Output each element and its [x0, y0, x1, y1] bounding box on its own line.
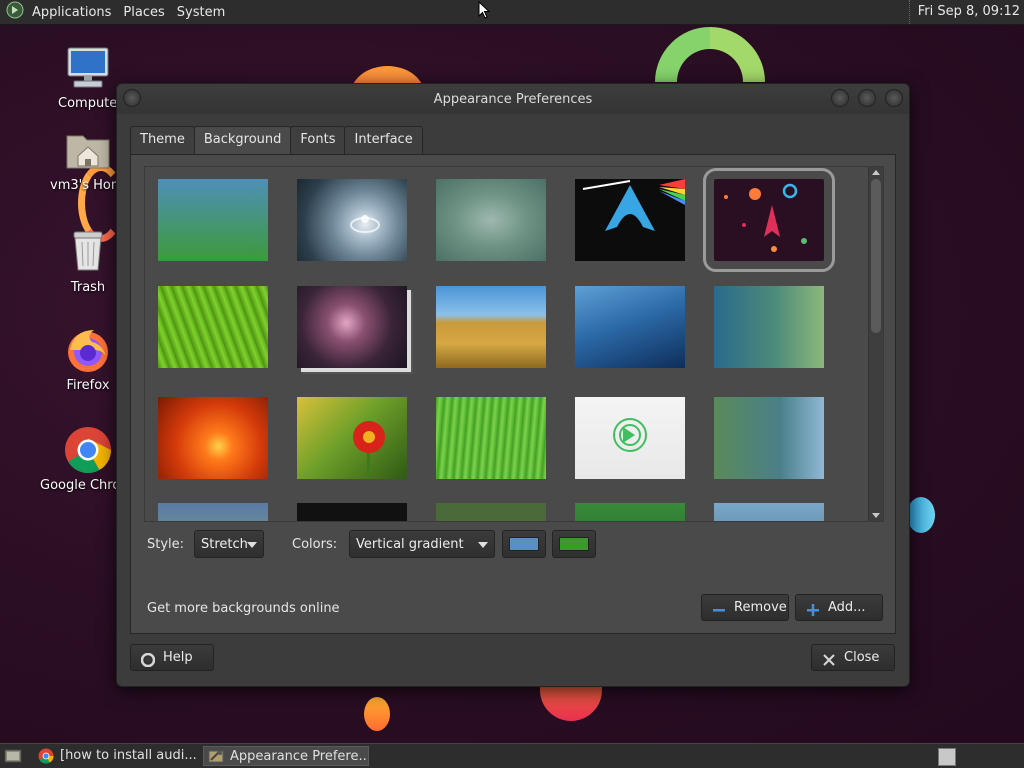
scroll-down-arrow-icon[interactable]: [872, 513, 880, 518]
system-menu[interactable]: System: [171, 5, 231, 20]
colors-dropdown-value: Vertical gradient: [356, 537, 464, 552]
dialog-title: Appearance Preferences: [433, 92, 593, 107]
taskbar-item-appearance[interactable]: Appearance Prefere...: [203, 746, 369, 766]
clock[interactable]: Fri Sep 8, 09:12: [908, 0, 1020, 24]
wallpaper-blue-drop: [907, 497, 935, 533]
tab-theme[interactable]: Theme: [130, 126, 195, 154]
close-button-label: Close: [844, 650, 880, 665]
add-button[interactable]: Add...: [795, 594, 883, 621]
appearance-preferences-icon: [208, 749, 224, 765]
colors-label: Colors:: [292, 537, 338, 552]
wallpaper-thumbnail[interactable]: [714, 286, 824, 368]
chevron-down-icon: [478, 542, 488, 548]
wallpaper-thumbnail[interactable]: [158, 503, 268, 521]
style-label: Style:: [147, 537, 185, 552]
minimize-button[interactable]: [831, 89, 849, 107]
bottom-panel: [how to install audi... Appearance Prefe…: [0, 743, 1024, 768]
appearance-preferences-dialog: Appearance Preferences Theme Background …: [116, 83, 910, 687]
style-dropdown[interactable]: Stretch: [194, 530, 264, 558]
wallpaper-thumbnail[interactable]: [575, 179, 685, 261]
scrollbar-thumb[interactable]: [871, 179, 881, 333]
more-backgrounds-link[interactable]: Get more backgrounds online: [147, 601, 340, 616]
secondary-color-swatch: [559, 537, 589, 551]
tab-interface[interactable]: Interface: [344, 126, 423, 154]
close-window-button[interactable]: [885, 89, 903, 107]
wallpaper-thumbnail[interactable]: [297, 286, 407, 368]
wallpaper-thumbnail[interactable]: [714, 397, 824, 479]
chevron-down-icon: [247, 542, 257, 548]
background-tab-panel: Style: Stretch Colors: Vertical gradient…: [130, 154, 896, 634]
secondary-color-button[interactable]: [552, 530, 596, 558]
remove-button[interactable]: Remove: [701, 594, 789, 621]
primary-color-button[interactable]: [502, 530, 546, 558]
wallpaper-thumbnail[interactable]: [575, 397, 685, 479]
wallpaper-thumbnail[interactable]: [436, 179, 546, 261]
help-button-label: Help: [163, 650, 193, 665]
wallpaper-thumbnail[interactable]: [436, 503, 546, 521]
help-lifebuoy-icon: [140, 651, 156, 668]
wallpaper-thumbnail[interactable]: [158, 397, 268, 479]
dialog-titlebar[interactable]: Appearance Preferences: [117, 84, 909, 114]
wallpaper-thumbnail[interactable]: [158, 179, 268, 261]
colors-dropdown[interactable]: Vertical gradient: [349, 530, 495, 558]
chrome-icon: [64, 426, 112, 474]
taskbar-item-browser[interactable]: [how to install audi...: [34, 746, 200, 766]
taskbar-item-label: [how to install audi...: [60, 748, 197, 763]
wallpaper-thumbnail[interactable]: [297, 397, 407, 479]
primary-color-swatch: [509, 537, 539, 551]
chrome-icon: [38, 748, 54, 766]
wallpaper-thumbnail[interactable]: [714, 503, 824, 521]
distro-logo-icon[interactable]: [6, 1, 24, 23]
add-button-label: Add...: [828, 600, 866, 615]
scroll-up-arrow-icon[interactable]: [872, 170, 880, 175]
taskbar-item-label: Appearance Prefere...: [230, 749, 369, 764]
tab-fonts[interactable]: Fonts: [290, 126, 346, 154]
close-x-icon: [822, 651, 836, 666]
wallpaper-thumbnail-selected[interactable]: [703, 168, 835, 272]
wallpaper-gallery[interactable]: [144, 166, 884, 522]
applications-menu[interactable]: Applications: [26, 5, 117, 20]
tab-bar: Theme Background Fonts Interface: [130, 126, 423, 155]
close-button[interactable]: Close: [811, 644, 895, 671]
plus-icon: [806, 601, 820, 616]
wallpaper-thumbnail[interactable]: [297, 503, 407, 521]
firefox-icon: [64, 326, 112, 374]
home-folder-icon: [64, 126, 112, 174]
mouse-cursor-icon: [478, 0, 491, 23]
gallery-scrollbar[interactable]: [868, 167, 883, 521]
workspace-switcher[interactable]: [938, 748, 956, 766]
maximize-button[interactable]: [858, 89, 876, 107]
wallpaper-thumbnail[interactable]: [575, 503, 685, 521]
wallpaper-thumbnail[interactable]: [436, 397, 546, 479]
minus-icon: [712, 601, 726, 615]
wallpaper-thumbnail[interactable]: [575, 286, 685, 368]
places-menu[interactable]: Places: [117, 5, 170, 20]
wallpaper-thumbnail[interactable]: [297, 179, 407, 261]
wallpaper-small-orange-drop: [364, 697, 390, 731]
wallpaper-thumbnail[interactable]: [158, 286, 268, 368]
top-panel: Applications Places System Fri Sep 8, 09…: [0, 0, 1024, 25]
tab-background[interactable]: Background: [193, 126, 292, 155]
style-dropdown-value: Stretch: [201, 537, 248, 552]
trash-icon: [64, 228, 112, 276]
show-desktop-icon[interactable]: [4, 748, 22, 768]
wallpaper-thumbnail[interactable]: [436, 286, 546, 368]
computer-icon: [64, 44, 112, 92]
remove-button-label: Remove: [734, 600, 787, 615]
help-button[interactable]: Help: [130, 644, 214, 671]
